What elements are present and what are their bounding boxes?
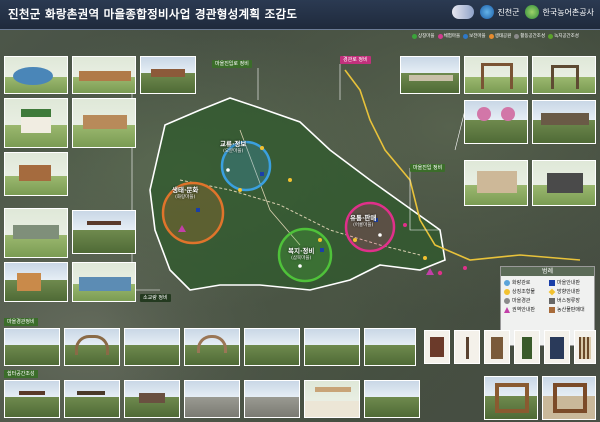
kra-logo: 한국농어촌공사 [525, 5, 594, 19]
photo-thumbnail[interactable] [464, 100, 528, 144]
square-icon [549, 279, 555, 286]
render-thumbnail[interactable] [4, 152, 68, 196]
marker-yellow [238, 188, 242, 192]
marker-pink [437, 270, 443, 276]
sign-sample[interactable] [514, 330, 540, 364]
circle-icon [504, 297, 510, 304]
photo-thumbnail[interactable] [4, 328, 60, 366]
triangle-icon [504, 306, 510, 313]
legend-item: 마을경관 [504, 297, 546, 304]
title-bar: 진천군 화랑촌권역 마을종합정비사업 경관형성계획 조감도 진천군 한국농어촌공… [0, 0, 600, 30]
diamond-icon [548, 288, 556, 295]
tag-entry-improvement: 마을진입 정비 [410, 164, 446, 172]
legend-item: 버스정류장 [549, 297, 591, 304]
tag-village-entrance: 마을진입로 정비 [212, 60, 252, 68]
zone-label-welfare: 복지·정비 (삼북마을) [288, 247, 315, 261]
marker-blue [196, 208, 200, 212]
logo-group: 진천군 한국농어촌공사 [452, 5, 594, 19]
render-thumbnail[interactable] [4, 56, 68, 94]
band-rest-area: 쉼터공간조성 [0, 370, 600, 420]
circle-icon [504, 279, 510, 286]
marker-yellow [353, 238, 357, 242]
render-thumbnail[interactable] [532, 160, 596, 206]
county-name-logo: 진천군 [480, 5, 519, 19]
marker-yellow [288, 178, 292, 182]
county-logo [452, 5, 475, 19]
legend-item: 상징조형물 [504, 288, 546, 295]
aerial-map[interactable]: 교류·정보 (오분마을) 생태·문화 (화랑마을) 유통·판매 (어룡마을) 복지·정… [0, 30, 600, 346]
tag-scenic-road: 경관로 정비 [340, 56, 371, 64]
photo-thumbnail[interactable] [4, 262, 68, 302]
marker-blue [260, 172, 264, 176]
photo-thumbnail[interactable] [542, 376, 596, 420]
render-thumbnail[interactable] [304, 380, 360, 418]
legend-grid: 화랑관로 마을안내판 상징조형물 방향안내판 마을경관 버스정류장 권역안내판 … [501, 276, 594, 316]
render-thumbnail[interactable] [532, 56, 596, 94]
zone-label-market: 유통·판매 (어룡마을) [350, 214, 377, 228]
marker-white [298, 264, 302, 268]
render-thumbnail[interactable] [4, 98, 68, 148]
band-village-scenery: 마을경관정비 [0, 318, 600, 368]
marker-pink [463, 266, 467, 270]
sign-sample[interactable] [574, 330, 596, 364]
kra-emblem-icon [525, 5, 540, 19]
photo-thumbnail[interactable] [184, 380, 240, 418]
photo-thumbnail[interactable] [4, 380, 60, 418]
photo-thumbnail[interactable] [72, 210, 136, 254]
render-thumbnail[interactable] [72, 98, 136, 148]
zone-label-ecology: 생태·문화 (화랑마을) [172, 186, 199, 200]
legend-title: 범례 [501, 267, 594, 276]
legend-item: 권역안내판 [504, 306, 546, 313]
zone-label-exchange: 교류·정보 (오분마을) [220, 140, 247, 154]
site-plan-board: 진천군 화랑촌권역 마을종합정비사업 경관형성계획 조감도 진천군 한국농어촌공… [0, 0, 600, 422]
photo-thumbnail[interactable] [532, 100, 596, 144]
square-icon [549, 306, 555, 313]
square-icon [549, 297, 555, 304]
marker-yellow [318, 238, 322, 242]
photo-thumbnail[interactable] [364, 380, 420, 418]
photo-thumbnail[interactable] [484, 376, 538, 420]
circle-icon [504, 288, 510, 295]
render-thumbnail[interactable] [72, 56, 136, 94]
marker-yellow [423, 256, 427, 260]
sign-sample[interactable] [454, 330, 480, 364]
page-title: 진천군 화랑촌권역 마을종합정비사업 경관형성계획 조감도 [8, 7, 298, 21]
tag-small-bridge: 소교량 정비 [140, 294, 171, 302]
band-label: 마을경관정비 [4, 318, 38, 326]
photo-thumbnail[interactable] [64, 380, 120, 418]
sign-sample[interactable] [544, 330, 570, 364]
photo-thumbnail[interactable] [304, 328, 360, 366]
kra-name: 한국농어촌공사 [542, 7, 594, 17]
photo-thumbnail[interactable] [400, 56, 460, 94]
photo-thumbnail[interactable] [244, 380, 300, 418]
photo-thumbnail[interactable] [124, 328, 180, 366]
legend-item: 방향안내판 [548, 288, 591, 295]
county-name: 진천군 [497, 7, 520, 17]
photo-thumbnail[interactable] [184, 328, 240, 366]
photo-thumbnail[interactable] [64, 328, 120, 366]
marker-triangle [426, 268, 434, 275]
legend-item: 농산물판매대 [549, 306, 591, 313]
marker-blue [320, 248, 324, 252]
photo-thumbnail[interactable] [364, 328, 416, 366]
county-emblem-icon [480, 5, 495, 19]
render-thumbnail[interactable] [4, 208, 68, 258]
render-thumbnail[interactable] [464, 160, 528, 206]
marker-white [378, 233, 382, 237]
band-label: 쉼터공간조성 [4, 370, 38, 378]
legend-item: 화랑관로 [504, 279, 546, 286]
sign-sample[interactable] [424, 330, 450, 364]
marker-yellow [260, 146, 264, 150]
photo-thumbnail[interactable] [124, 380, 180, 418]
sign-sample[interactable] [484, 330, 510, 364]
legend-item: 마을안내판 [549, 279, 591, 286]
photo-thumbnail[interactable] [140, 56, 196, 94]
marker-white [226, 168, 230, 172]
render-thumbnail[interactable] [72, 262, 136, 302]
photo-thumbnail[interactable] [244, 328, 300, 366]
render-thumbnail[interactable] [464, 56, 528, 94]
marker-pink [403, 223, 407, 227]
